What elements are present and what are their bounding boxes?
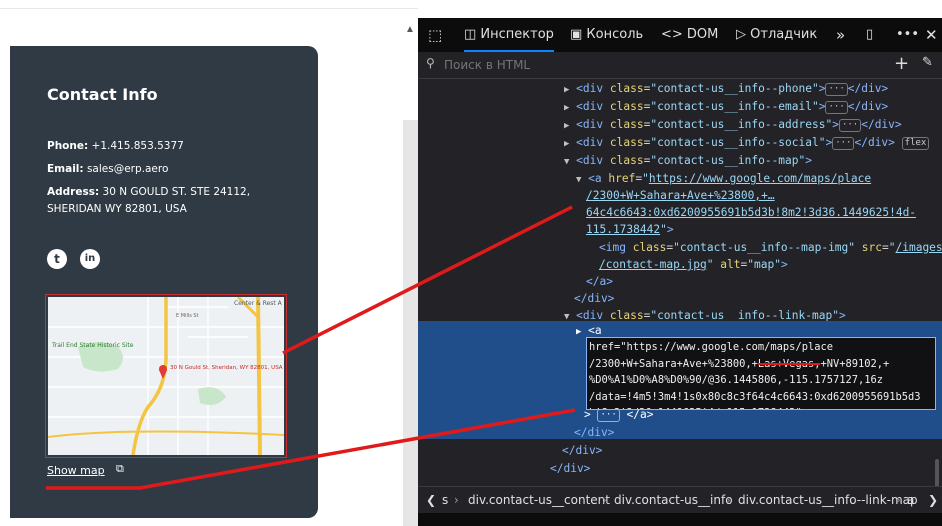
breadcrumb-item-1[interactable]: div.contact-us__content (468, 487, 610, 513)
markup-tree: ▶ <div class="contact-us__info--phone"> ·… (418, 79, 942, 519)
map-pin-label: 30 N Gould St, Sheridan, WY 82801, USA (170, 365, 283, 371)
tree-node-address[interactable]: ▶ <div class="contact-us__info--address"… (418, 116, 942, 133)
flex-badge: flex (901, 136, 930, 150)
eyedropper-icon[interactable]: ✎ (922, 55, 933, 70)
tree-node-div-close-3: </div> (562, 444, 603, 457)
responsive-mode-icon[interactable]: ▯ (866, 18, 873, 52)
tree-node-map[interactable]: ▼ <div class="contact-us__info--map"> (418, 152, 942, 169)
tree-node-div-close-2: </div> (574, 426, 615, 439)
contact-info-card: Contact Info Phone: +1.415.853.5377 Emai… (10, 46, 318, 518)
tab-console[interactable]: ▣ Консоль (570, 18, 643, 52)
console-icon: ▣ (570, 27, 587, 42)
page-gutter (403, 120, 418, 526)
breadcrumb-item-0[interactable]: s (442, 487, 448, 513)
debugger-icon: ▷ (736, 27, 751, 42)
devtools-bottom-toolbar (418, 513, 942, 526)
tree-node-a-close: </a> (586, 275, 613, 288)
contact-info-title: Contact Info (47, 85, 158, 104)
devtools-panel: ⬚ ◫ Инспектор ▣ Консоль <> DOM ▷ Отладчи… (418, 18, 942, 526)
address-line2: SHERIDAN WY 82801, USA (47, 203, 187, 215)
webpage-pane: ▲ Contact Info Phone: +1.415.853.5377 Em… (0, 0, 418, 526)
tree-node-map-anchor-href-2: /2300+W+Sahara+Ave+%23800,+… (586, 189, 775, 202)
html-search-bar: ⚲ + ✎ (418, 52, 942, 79)
tree-node-map-anchor-href-3: 64c4c6643:0xd6200955691b5d3b!8m2!3d36.14… (586, 206, 917, 219)
attribute-edit-box[interactable]: href="https://www.google.com/maps/place … (586, 337, 936, 410)
page-top-divider (0, 8, 418, 9)
devtools-toolbar: ⬚ ◫ Инспектор ▣ Консоль <> DOM ▷ Отладчи… (418, 18, 942, 52)
tab-inspector[interactable]: ◫ Инспектор (464, 18, 554, 52)
add-node-button[interactable]: + (894, 53, 909, 74)
search-icon: ⚲ (426, 56, 435, 70)
tree-node-map-anchor-href-4: 115.1738442"> (586, 223, 674, 236)
email-label: Email: (47, 163, 84, 175)
tab-dom[interactable]: <> DOM (661, 18, 718, 52)
tumblr-icon[interactable]: t (47, 249, 67, 269)
tab-debugger[interactable]: ▷ Отладчик (736, 18, 817, 52)
linkedin-icon[interactable]: in (80, 249, 100, 269)
close-icon[interactable]: ✕ (925, 18, 938, 52)
map-graphic: Trail End State Historic Site Center & R… (48, 297, 284, 455)
email-line: Email: sales@erp.aero (47, 161, 168, 178)
breadcrumb-forward-icon[interactable]: ❯ (928, 487, 938, 513)
breadcrumb-item-2[interactable]: div.contact-us__info (614, 487, 733, 513)
breadcrumb-item-3[interactable]: div.contact-us__info--link-map (738, 487, 918, 513)
tree-node-map-img[interactable]: <img class="contact-us__info--map-img" s… (418, 239, 942, 256)
tree-node-map-img-2: /contact-map.jpg" alt="map"> (599, 258, 788, 271)
map-park-label: Trail End State Historic Site (51, 342, 134, 349)
inspector-icon: ◫ (464, 27, 481, 42)
tree-node-selected-close: > ··· </a> (584, 408, 654, 422)
map-image-frame: Trail End State Historic Site Center & R… (45, 294, 287, 458)
scroll-up-arrow-icon[interactable]: ▲ (405, 24, 415, 35)
external-link-icon[interactable]: ⧉ (116, 463, 124, 476)
element-picker-icon[interactable]: ⬚ (428, 18, 442, 52)
breadcrumb: ❮ s › div.contact-us__content › div.cont… (418, 486, 942, 513)
map-poi-label: Center & Rest A (234, 300, 283, 307)
address-line: Address: 30 N GOULD ST. STE 24112, SHERI… (47, 184, 250, 218)
email-value[interactable]: sales@erp.aero (87, 163, 168, 175)
address-label: Address: (47, 186, 100, 198)
phone-value[interactable]: +1.415.853.5377 (92, 140, 184, 152)
html-search-input[interactable] (444, 55, 864, 75)
tree-node-email[interactable]: ▶ <div class="contact-us__info--email"> ·… (418, 98, 942, 115)
tree-node-div-close: </div> (574, 292, 615, 305)
address-line1: 30 N GOULD ST. STE 24112, (102, 186, 251, 198)
tree-node-map-anchor[interactable]: ▼ <a href="https://www.google.com/maps/p… (418, 170, 942, 187)
breadcrumb-item-4[interactable]: a (907, 487, 914, 513)
map-street-label: E Mills St (176, 313, 199, 319)
dom-icon: <> (661, 27, 687, 42)
map-image[interactable]: Trail End State Historic Site Center & R… (48, 297, 284, 455)
more-tabs-icon[interactable]: » (836, 18, 845, 52)
tree-node-phone[interactable]: ▶ <div class="contact-us__info--phone"> ·… (418, 80, 942, 97)
tree-node-div-close-4: </div> (550, 462, 591, 475)
breadcrumb-back-icon[interactable]: ❮ (426, 487, 436, 513)
phone-label: Phone: (47, 140, 89, 152)
phone-line: Phone: +1.415.853.5377 (47, 138, 184, 155)
tree-node-social[interactable]: ▶ <div class="contact-us__info--social">… (418, 134, 942, 151)
more-options-icon[interactable]: ••• (896, 18, 919, 52)
show-map-link[interactable]: Show map (47, 464, 105, 477)
